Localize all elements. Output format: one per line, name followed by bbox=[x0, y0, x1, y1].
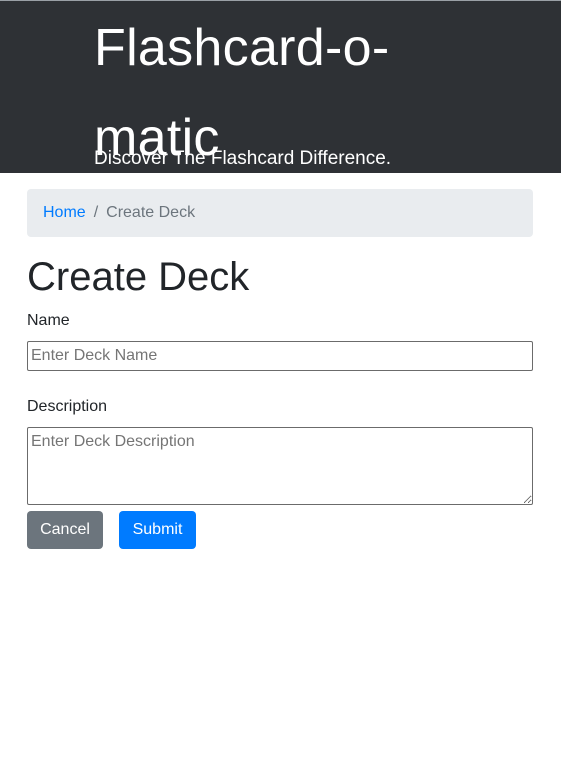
breadcrumb-home-link[interactable]: Home bbox=[43, 204, 86, 222]
cancel-button[interactable]: Cancel bbox=[27, 511, 103, 549]
site-header: Flashcard-o-matic Discover The Flashcard… bbox=[0, 0, 561, 173]
breadcrumb-separator: / bbox=[93, 204, 99, 221]
submit-button[interactable]: Submit bbox=[119, 511, 196, 549]
breadcrumb-current: Create Deck bbox=[106, 204, 196, 221]
description-label: Description bbox=[27, 398, 108, 415]
deck-description-textarea[interactable] bbox=[27, 427, 533, 505]
breadcrumb: Home / Create Deck bbox=[27, 189, 533, 237]
page-title: Create Deck bbox=[27, 255, 250, 299]
name-label: Name bbox=[27, 312, 70, 329]
app-tagline: Discover The Flashcard Difference. bbox=[94, 148, 392, 169]
deck-name-input[interactable] bbox=[27, 341, 533, 371]
